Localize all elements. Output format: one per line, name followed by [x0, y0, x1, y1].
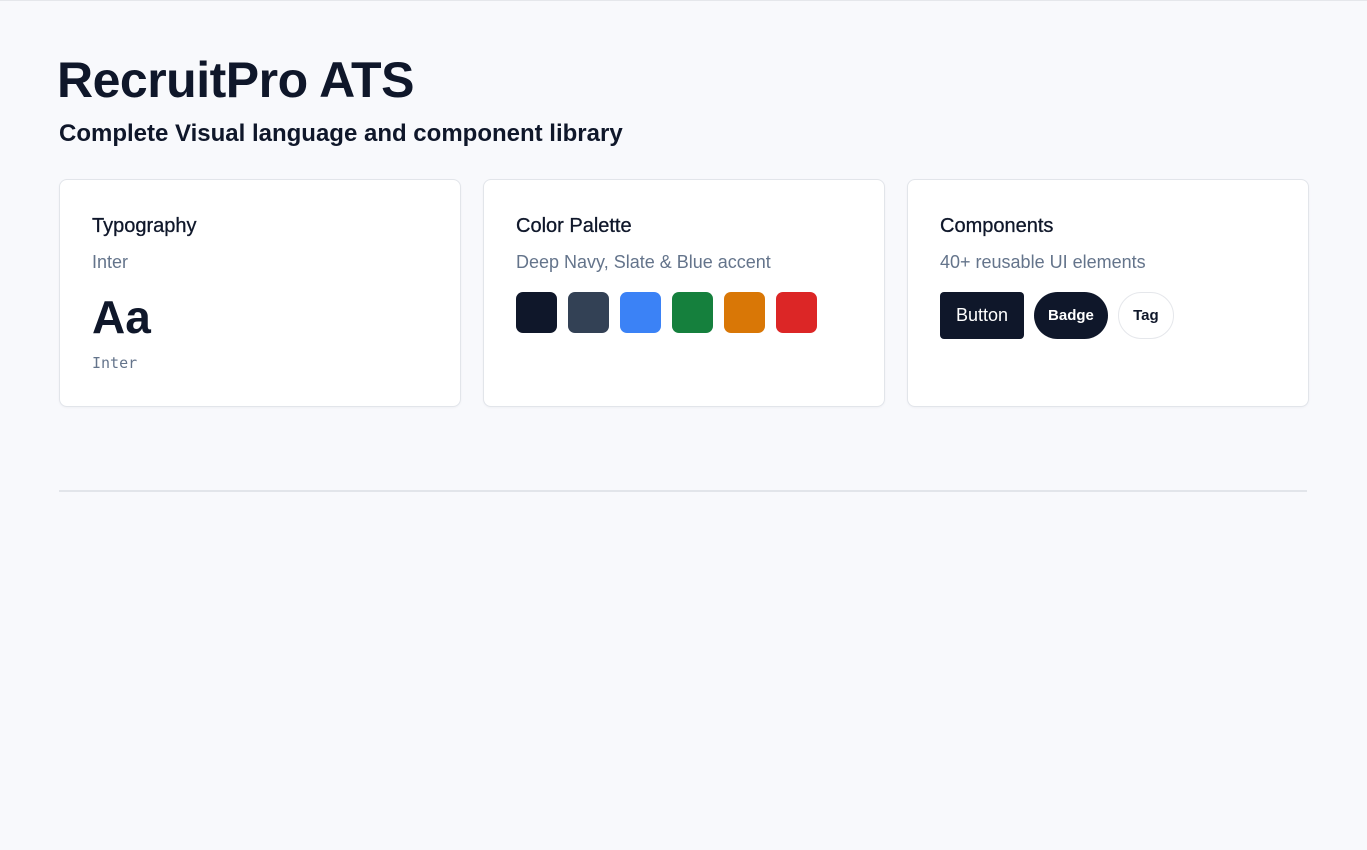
card-title: Color Palette: [516, 215, 632, 237]
sample-tag: Tag: [1117, 291, 1174, 339]
typography-card: Typography Inter Aa Inter: [59, 179, 461, 407]
swatch-blue: [620, 291, 661, 333]
swatch-deep-navy: [516, 291, 557, 333]
components-card: Components 40+ reusable UI elements Butt…: [907, 179, 1309, 407]
color-palette-card: Color Palette Deep Navy, Slate & Blue ac…: [483, 179, 885, 407]
swatch-red: [776, 291, 817, 333]
card-title: Typography: [92, 215, 197, 237]
sample-button[interactable]: Button: [940, 291, 1025, 339]
section-divider: [59, 490, 1307, 492]
cards-row: Typography Inter Aa Inter Color Palette …: [59, 179, 1309, 407]
type-sample: Aa: [92, 290, 151, 343]
mono-font-label: Inter: [92, 353, 138, 372]
card-subtitle: Inter: [92, 252, 129, 272]
swatch-amber: [724, 291, 765, 333]
swatch-slate: [568, 291, 609, 333]
sample-badge: Badge: [1034, 291, 1108, 339]
card-title: Components: [940, 215, 1054, 237]
card-subtitle: Deep Navy, Slate & Blue accent: [516, 252, 771, 272]
component-samples: Button Badge Tag: [940, 291, 1276, 339]
page-subtitle: Complete Visual language and component l…: [59, 120, 623, 147]
swatch-row: [516, 291, 852, 333]
card-subtitle: 40+ reusable UI elements: [940, 252, 1146, 272]
page-title: RecruitPro ATS: [57, 52, 414, 108]
swatch-green: [672, 291, 713, 333]
